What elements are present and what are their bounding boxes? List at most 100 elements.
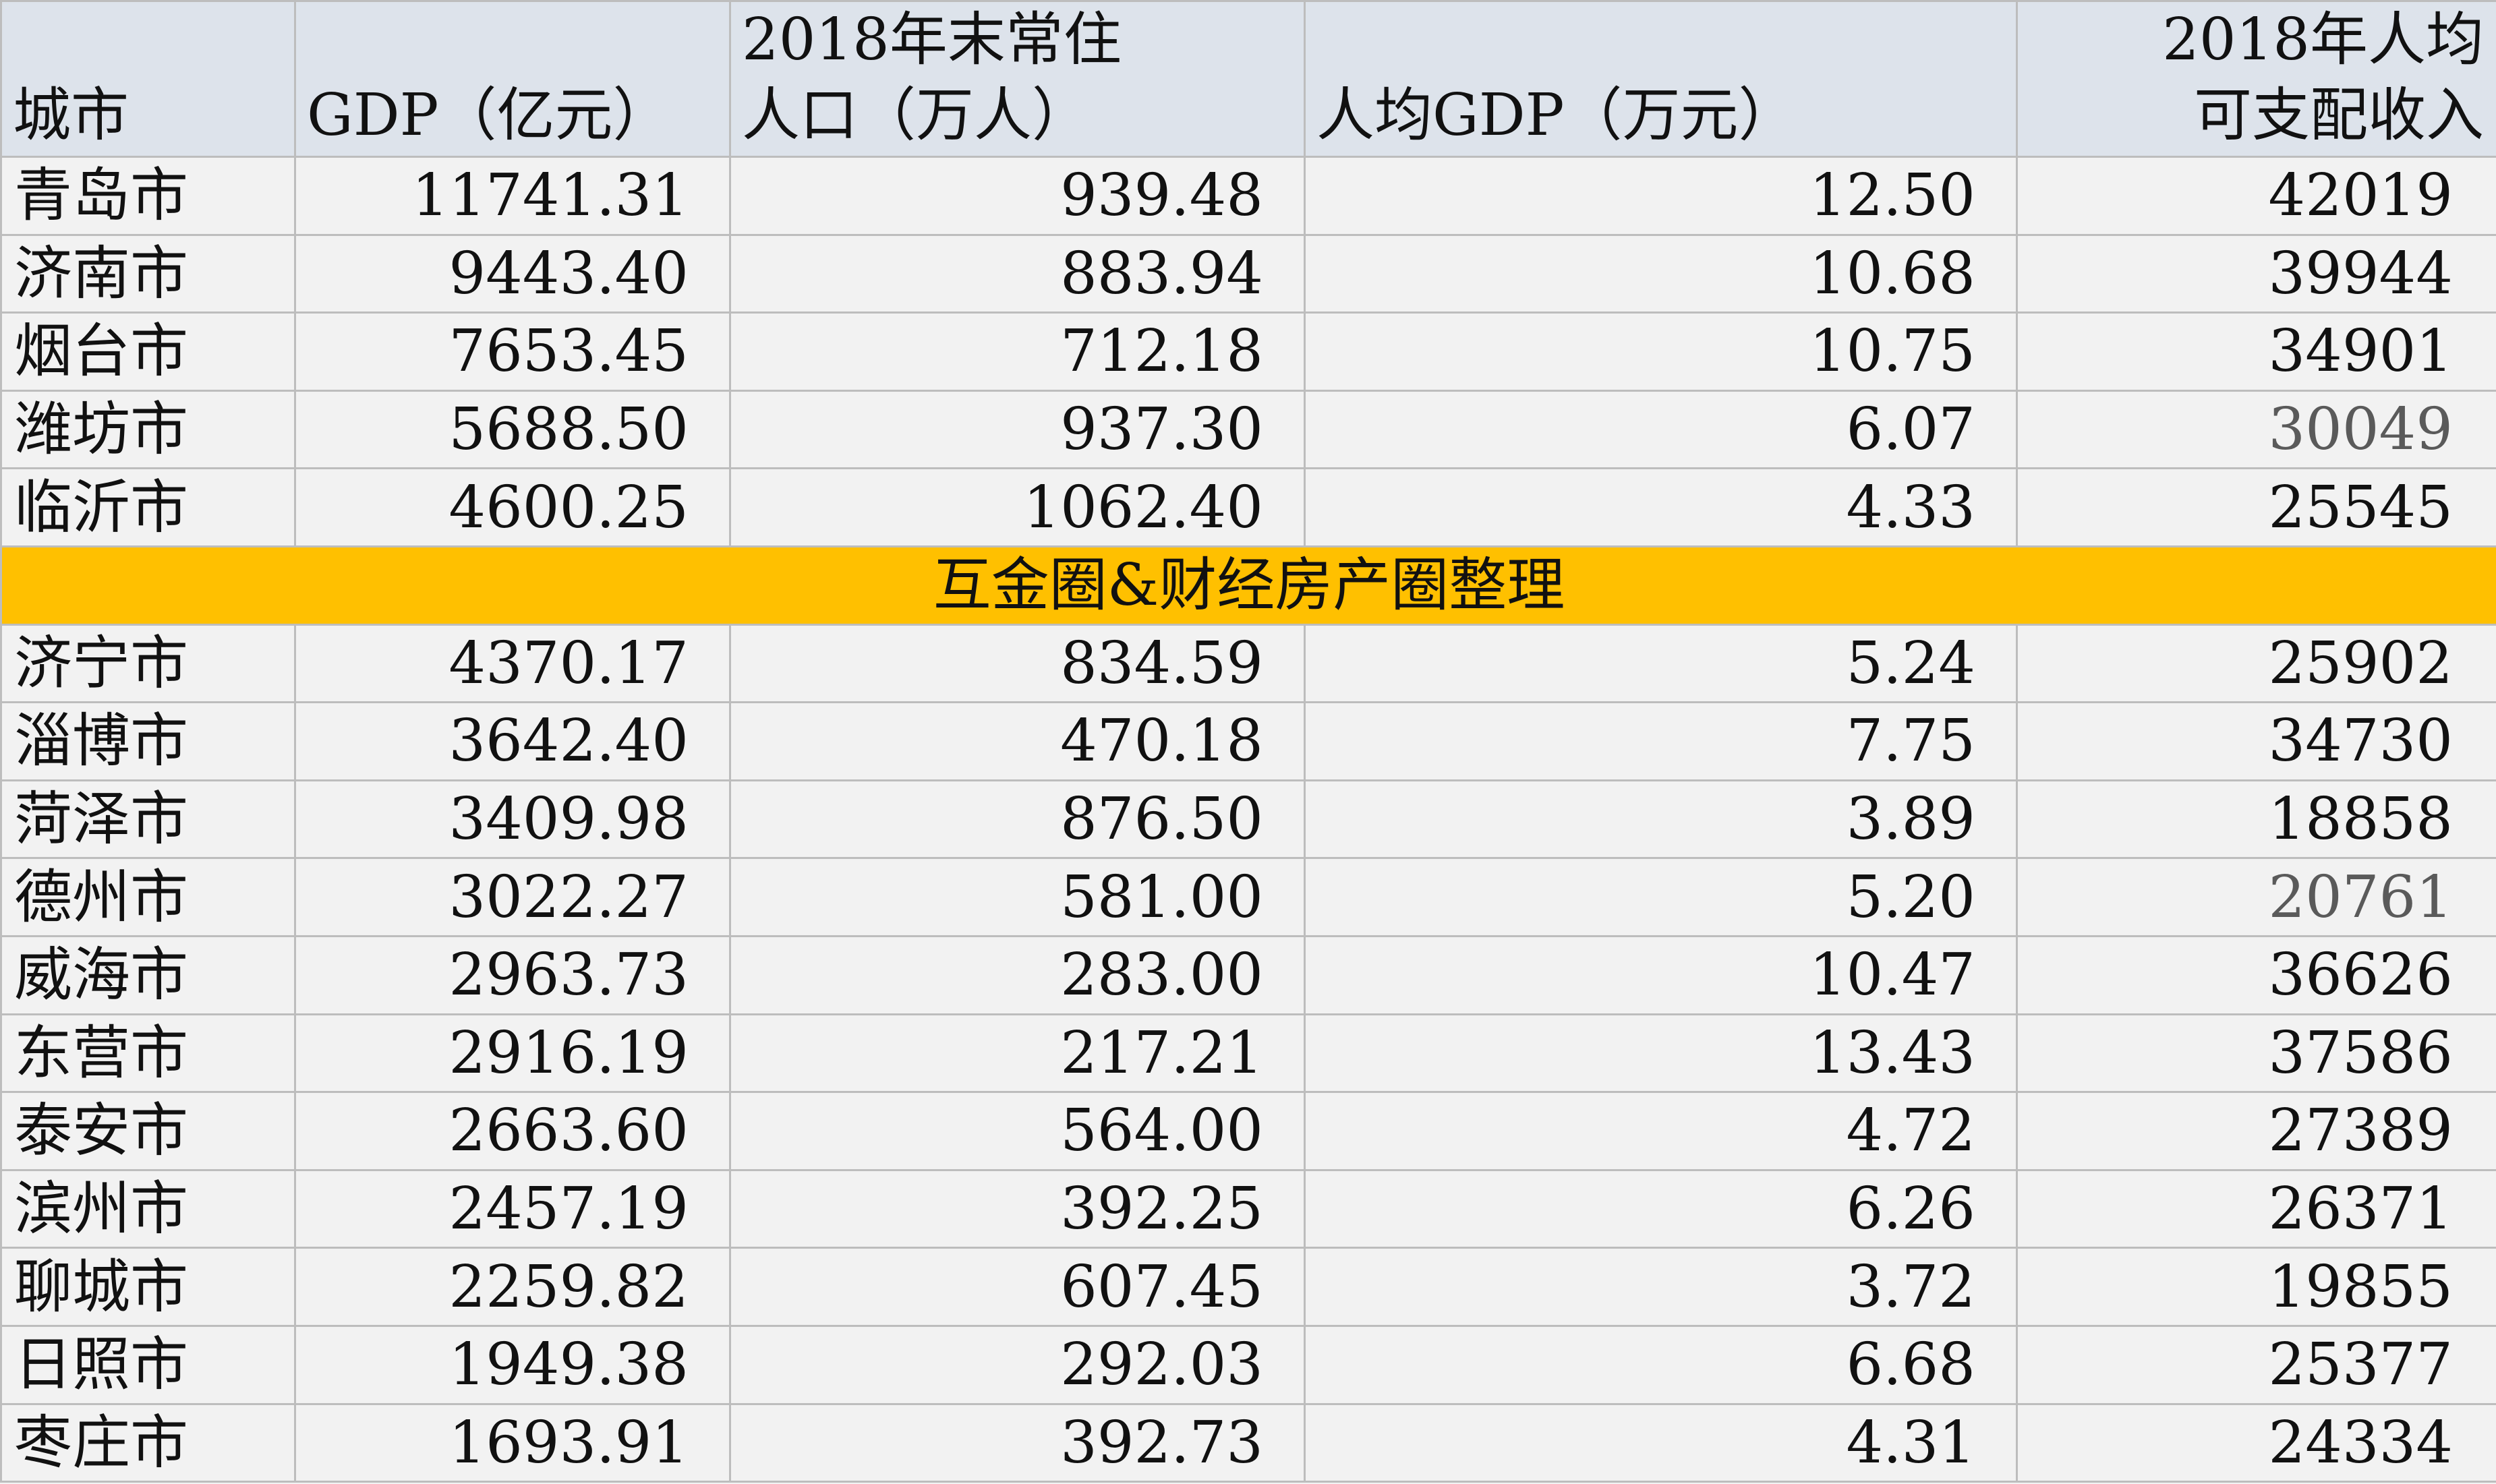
table-row: 淄博市 3642.40 470.18 7.75 34730 xyxy=(0,701,2496,781)
cell-income: 34730 xyxy=(2016,701,2496,781)
watermark-banner: 互金圈&财经房产圈整理 xyxy=(0,545,2496,626)
header-population: 2018年末常住 人口（万人） xyxy=(729,0,1306,158)
header-city-label: 城市 xyxy=(13,82,129,149)
watermark-banner-row: 互金圈&财经房产圈整理 xyxy=(0,545,2496,626)
cell-city: 临沂市 xyxy=(0,467,296,547)
cell-gdp-per-capita: 3.72 xyxy=(1304,1247,2018,1327)
cell-gdp: 3642.40 xyxy=(294,701,731,781)
cell-income: 26371 xyxy=(2016,1168,2496,1249)
header-gdp-per-capita: 人均GDP（万元） xyxy=(1304,0,2018,158)
cell-income: 25902 xyxy=(2016,623,2496,704)
cell-population: 937.30 xyxy=(729,389,1306,470)
cell-city: 济南市 xyxy=(0,233,296,314)
table-row: 聊城市 2259.82 607.45 3.72 19855 xyxy=(0,1247,2496,1327)
header-population-line2: 人口（万人） xyxy=(742,82,1090,149)
cell-gdp-per-capita: 6.07 xyxy=(1304,389,2018,470)
cell-gdp-per-capita: 10.68 xyxy=(1304,233,2018,314)
cell-gdp-per-capita: 10.75 xyxy=(1304,311,2018,392)
cell-income: 24334 xyxy=(2016,1402,2496,1483)
cell-population: 470.18 xyxy=(729,701,1306,781)
cell-gdp: 3022.27 xyxy=(294,857,731,937)
cell-income: 25377 xyxy=(2016,1324,2496,1405)
cell-population: 876.50 xyxy=(729,779,1306,860)
table-row: 烟台市 7653.45 712.18 10.75 34901 xyxy=(0,311,2496,392)
cell-city: 菏泽市 xyxy=(0,779,296,860)
cell-city: 聊城市 xyxy=(0,1247,296,1327)
cell-gdp: 3409.98 xyxy=(294,779,731,860)
cell-city: 潍坊市 xyxy=(0,389,296,470)
cell-gdp: 7653.45 xyxy=(294,311,731,392)
cell-income: 37586 xyxy=(2016,1013,2496,1094)
cell-population: 939.48 xyxy=(729,156,1306,236)
cell-income: 36626 xyxy=(2016,934,2496,1015)
header-income: 2018年人均 可支配收入 xyxy=(2016,0,2496,158)
cell-population: 1062.40 xyxy=(729,467,1306,547)
cell-gdp: 5688.50 xyxy=(294,389,731,470)
cell-gdp: 2916.19 xyxy=(294,1013,731,1094)
table-row: 青岛市 11741.31 939.48 12.50 42019 xyxy=(0,156,2496,236)
cell-city: 烟台市 xyxy=(0,311,296,392)
header-population-line1: 2018年末常住 xyxy=(742,6,1122,73)
cell-city: 济宁市 xyxy=(0,623,296,704)
cell-gdp: 4370.17 xyxy=(294,623,731,704)
cell-gdp-per-capita: 13.43 xyxy=(1304,1013,2018,1094)
cell-income: 42019 xyxy=(2016,156,2496,236)
cell-city: 滨州市 xyxy=(0,1168,296,1249)
cell-city: 枣庄市 xyxy=(0,1402,296,1483)
cell-population: 292.03 xyxy=(729,1324,1306,1405)
cell-gdp: 4600.25 xyxy=(294,467,731,547)
header-income-line2: 可支配收入 xyxy=(2194,82,2484,149)
cell-gdp-per-capita: 6.26 xyxy=(1304,1168,2018,1249)
cell-population: 834.59 xyxy=(729,623,1306,704)
table-body: 青岛市 11741.31 939.48 12.50 42019 济南市 9443.40 883… xyxy=(0,156,2496,1483)
table-row: 枣庄市 1693.91 392.73 4.31 24334 xyxy=(0,1402,2496,1483)
table-row: 泰安市 2663.60 564.00 4.72 27389 xyxy=(0,1091,2496,1171)
cell-income: 39944 xyxy=(2016,233,2496,314)
cell-gdp: 2963.73 xyxy=(294,934,731,1015)
cell-population: 564.00 xyxy=(729,1091,1306,1171)
cell-income: 34901 xyxy=(2016,311,2496,392)
cell-population: 283.00 xyxy=(729,934,1306,1015)
table-row: 滨州市 2457.19 392.25 6.26 26371 xyxy=(0,1168,2496,1249)
table-header: 城市 GDP（亿元） 2018年末常住 人口（万人） 人均GDP（万元） 201… xyxy=(0,0,2496,158)
table-row: 济南市 9443.40 883.94 10.68 39944 xyxy=(0,233,2496,314)
table-row: 东营市 2916.19 217.21 13.43 37586 xyxy=(0,1013,2496,1094)
header-city: 城市 xyxy=(0,0,296,158)
cell-gdp: 9443.40 xyxy=(294,233,731,314)
cell-city: 日照市 xyxy=(0,1324,296,1405)
table-row: 日照市 1949.38 292.03 6.68 25377 xyxy=(0,1324,2496,1405)
cell-population: 883.94 xyxy=(729,233,1306,314)
cell-population: 392.73 xyxy=(729,1402,1306,1483)
cell-city: 青岛市 xyxy=(0,156,296,236)
cell-gdp-per-capita: 5.20 xyxy=(1304,857,2018,937)
cell-city: 德州市 xyxy=(0,857,296,937)
cell-gdp-per-capita: 4.33 xyxy=(1304,467,2018,547)
cell-income: 25545 xyxy=(2016,467,2496,547)
cell-gdp-per-capita: 10.47 xyxy=(1304,934,2018,1015)
cell-city: 淄博市 xyxy=(0,701,296,781)
header-gdp: GDP（亿元） xyxy=(294,0,731,158)
cell-gdp: 2259.82 xyxy=(294,1247,731,1327)
header-gdp-label: GDP（亿元） xyxy=(307,82,671,149)
cell-city: 泰安市 xyxy=(0,1091,296,1171)
table-row: 济宁市 4370.17 834.59 5.24 25902 xyxy=(0,623,2496,704)
table-row: 临沂市 4600.25 1062.40 4.33 25545 xyxy=(0,467,2496,547)
cell-income: 30049 xyxy=(2016,389,2496,470)
table-row: 威海市 2963.73 283.00 10.47 36626 xyxy=(0,934,2496,1015)
cell-population: 581.00 xyxy=(729,857,1306,937)
cell-gdp-per-capita: 3.89 xyxy=(1304,779,2018,860)
table-row: 潍坊市 5688.50 937.30 6.07 30049 xyxy=(0,389,2496,470)
cell-gdp-per-capita: 6.68 xyxy=(1304,1324,2018,1405)
cell-gdp: 11741.31 xyxy=(294,156,731,236)
cell-population: 607.45 xyxy=(729,1247,1306,1327)
table-row: 菏泽市 3409.98 876.50 3.89 18858 xyxy=(0,779,2496,860)
cell-gdp-per-capita: 4.72 xyxy=(1304,1091,2018,1171)
cell-gdp-per-capita: 5.24 xyxy=(1304,623,2018,704)
cell-income: 27389 xyxy=(2016,1091,2496,1171)
cell-population: 217.21 xyxy=(729,1013,1306,1094)
cell-income: 20761 xyxy=(2016,857,2496,937)
cell-population: 712.18 xyxy=(729,311,1306,392)
table-row: 德州市 3022.27 581.00 5.20 20761 xyxy=(0,857,2496,937)
cell-gdp: 2663.60 xyxy=(294,1091,731,1171)
cell-gdp: 1693.91 xyxy=(294,1402,731,1483)
